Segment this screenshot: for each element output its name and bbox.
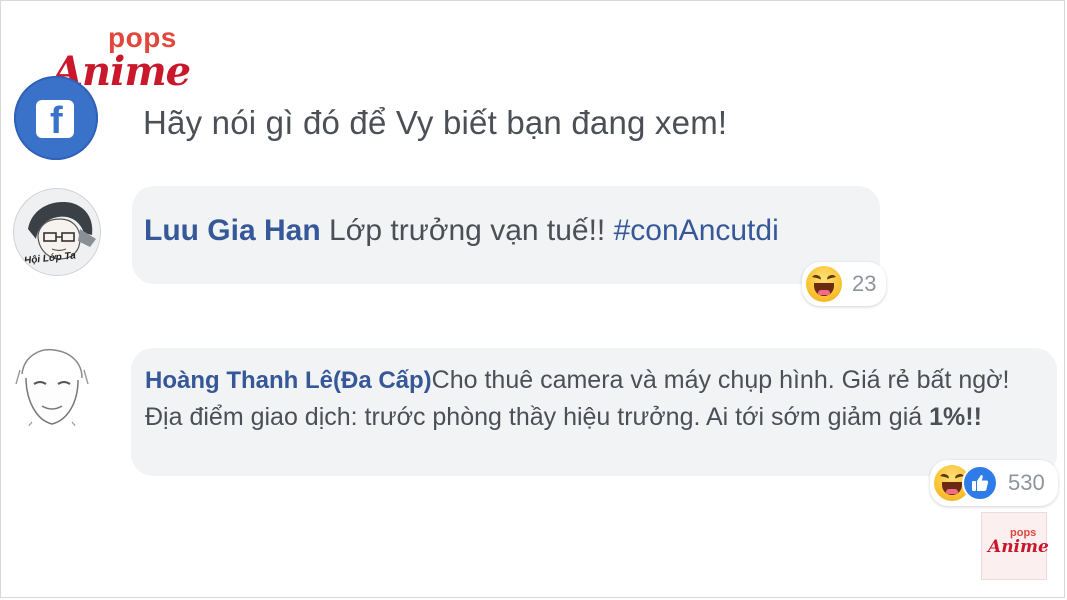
comment-author[interactable]: Luu Gia Han (144, 214, 321, 247)
facebook-square: f (36, 100, 74, 142)
comment-text: Hoàng Thanh Lê(Đa Cấp)Cho thuê camera và… (145, 362, 1045, 436)
comment-body-bold: 1%!! (929, 403, 982, 431)
reaction-count: 530 (1008, 470, 1045, 495)
pops-anime-watermark: pops Anime (981, 512, 1049, 580)
avatar[interactable] (12, 344, 92, 434)
avatar[interactable]: Hội Lớp Ta (13, 188, 101, 276)
comment-hashtag[interactable]: #conAncutdi (614, 214, 779, 247)
reaction-count: 23 (852, 271, 877, 296)
comment-text: Luu Gia Han Lớp trưởng vạn tuế!! #conAnc… (144, 214, 779, 248)
haha-icon (806, 266, 842, 302)
watermark-anime-text: Anime (988, 537, 1049, 557)
comment-author[interactable]: Hoàng Thanh Lê(Đa Cấp) (145, 367, 432, 394)
reaction-summary[interactable]: 23 (802, 262, 886, 306)
facebook-f-glyph: f (50, 100, 63, 142)
like-icon (962, 465, 998, 501)
comment-prompt: Hãy nói gì đó để Vy biết bạn đang xem! (143, 104, 728, 141)
facebook-icon: f (14, 76, 98, 160)
reaction-summary[interactable]: 530 (930, 460, 1058, 506)
comment-body: Lớp trưởng vạn tuế!! (329, 214, 606, 247)
sketch-old-man-avatar-icon (15, 348, 89, 434)
